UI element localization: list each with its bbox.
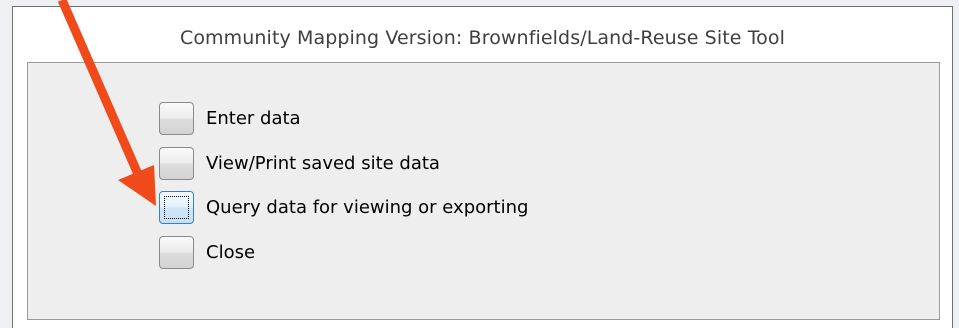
query-data-label: Query data for viewing or exporting bbox=[206, 196, 529, 218]
query-data-button[interactable] bbox=[159, 190, 194, 224]
menu-frame: Enter data View/Print saved site data Qu… bbox=[27, 62, 940, 320]
close-label: Close bbox=[206, 241, 256, 263]
menu-item-enter-data[interactable]: Enter data bbox=[159, 100, 301, 136]
menu-item-query-data[interactable]: Query data for viewing or exporting bbox=[159, 189, 528, 225]
view-print-label: View/Print saved site data bbox=[206, 152, 440, 174]
menu-item-close[interactable]: Close bbox=[159, 234, 255, 270]
enter-data-button[interactable] bbox=[159, 101, 194, 135]
menu-item-view-print[interactable]: View/Print saved site data bbox=[159, 145, 440, 181]
enter-data-label: Enter data bbox=[206, 107, 301, 129]
close-button[interactable] bbox=[159, 235, 194, 269]
window-title: Community Mapping Version: Brownfields/L… bbox=[179, 27, 786, 49]
switchboard-window: Community Mapping Version: Brownfields/L… bbox=[12, 6, 953, 328]
screenshot-stage: Community Mapping Version: Brownfields/L… bbox=[0, 0, 959, 328]
view-print-button[interactable] bbox=[159, 146, 194, 180]
